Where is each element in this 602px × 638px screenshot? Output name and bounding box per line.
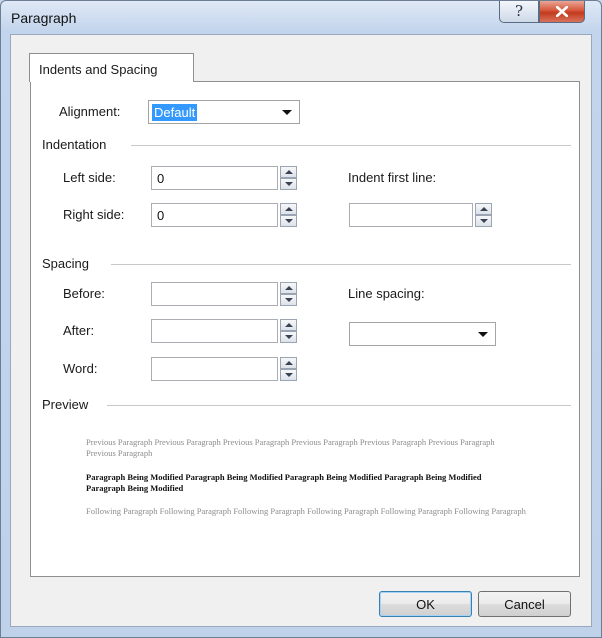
- arrow-down-icon: [284, 373, 293, 377]
- arrow-down-icon: [284, 298, 293, 302]
- spin-down-button[interactable]: [280, 369, 297, 381]
- right-side-spinner[interactable]: [280, 203, 297, 227]
- preview-previous-paragraph: Previous Paragraph Previous Paragraph Pr…: [86, 437, 495, 458]
- after-input[interactable]: [151, 319, 278, 343]
- arrow-up-icon: [284, 170, 293, 174]
- close-x-icon: [556, 6, 568, 17]
- left-side-input[interactable]: [151, 166, 278, 190]
- before-label: Before:: [63, 286, 105, 301]
- window-title: Paragraph: [11, 10, 77, 26]
- spin-down-button[interactable]: [475, 215, 492, 227]
- indentation-divider: [131, 145, 571, 146]
- arrow-down-icon: [284, 335, 293, 339]
- question-mark-icon: ?: [514, 2, 524, 20]
- line-spacing-label: Line spacing:: [348, 286, 425, 301]
- arrow-down-icon: [479, 219, 488, 223]
- chevron-down-icon: [282, 110, 292, 115]
- right-side-label: Right side:: [63, 207, 125, 222]
- alignment-label: Alignment:: [59, 104, 121, 119]
- help-button[interactable]: ?: [499, 1, 539, 23]
- after-spinner[interactable]: [280, 319, 297, 343]
- spin-down-button[interactable]: [280, 178, 297, 190]
- spin-down-button[interactable]: [280, 215, 297, 227]
- spin-up-button[interactable]: [475, 203, 492, 215]
- line-spacing-dropdown[interactable]: [349, 322, 496, 346]
- after-label: After:: [63, 323, 95, 338]
- word-spinner[interactable]: [280, 357, 297, 381]
- arrow-down-icon: [284, 182, 293, 186]
- before-input[interactable]: [151, 282, 278, 306]
- dialog-client-area: Indents and Spacing Alignment: Default I…: [10, 34, 592, 627]
- spin-down-button[interactable]: [280, 331, 297, 343]
- tab-indents-and-spacing[interactable]: Indents and Spacing: [29, 53, 194, 82]
- preview-heading: Preview: [42, 397, 89, 412]
- spin-up-button[interactable]: [280, 282, 297, 294]
- arrow-up-icon: [479, 207, 488, 211]
- preview-divider: [107, 405, 571, 406]
- arrow-up-icon: [284, 361, 293, 365]
- indent-first-line-spinner[interactable]: [475, 203, 492, 227]
- arrow-up-icon: [284, 323, 293, 327]
- ok-button[interactable]: OK: [379, 591, 472, 617]
- tab-panel: Alignment: Default Indentation Left side…: [30, 81, 580, 577]
- title-bar[interactable]: Paragraph ?: [1, 1, 601, 35]
- spacing-divider: [111, 264, 571, 265]
- alignment-selected-value: Default: [152, 104, 198, 121]
- close-button[interactable]: [539, 1, 585, 23]
- spin-up-button[interactable]: [280, 203, 297, 215]
- alignment-dropdown[interactable]: Default: [148, 100, 300, 124]
- preview-modified-paragraph: Paragraph Being Modified Paragraph Being…: [86, 472, 482, 493]
- spin-up-button[interactable]: [280, 166, 297, 178]
- word-input[interactable]: [151, 357, 278, 381]
- paragraph-dialog: Paragraph ? Indents and Spacing Alignmen…: [0, 0, 602, 638]
- spin-down-button[interactable]: [280, 294, 297, 306]
- chevron-down-icon: [478, 332, 488, 337]
- left-side-spinner[interactable]: [280, 166, 297, 190]
- spacing-heading: Spacing: [42, 256, 89, 271]
- spin-up-button[interactable]: [280, 357, 297, 369]
- before-spinner[interactable]: [280, 282, 297, 306]
- arrow-up-icon: [284, 286, 293, 290]
- indent-first-line-input[interactable]: [349, 203, 473, 227]
- left-side-label: Left side:: [63, 170, 116, 185]
- indentation-heading: Indentation: [42, 137, 107, 152]
- preview-following-paragraph: Following Paragraph Following Paragraph …: [86, 506, 526, 516]
- cancel-button[interactable]: Cancel: [478, 591, 571, 617]
- spin-up-button[interactable]: [280, 319, 297, 331]
- arrow-up-icon: [284, 207, 293, 211]
- arrow-down-icon: [284, 219, 293, 223]
- word-label: Word:: [63, 361, 98, 376]
- right-side-input[interactable]: [151, 203, 278, 227]
- indent-first-line-label: Indent first line:: [348, 170, 437, 185]
